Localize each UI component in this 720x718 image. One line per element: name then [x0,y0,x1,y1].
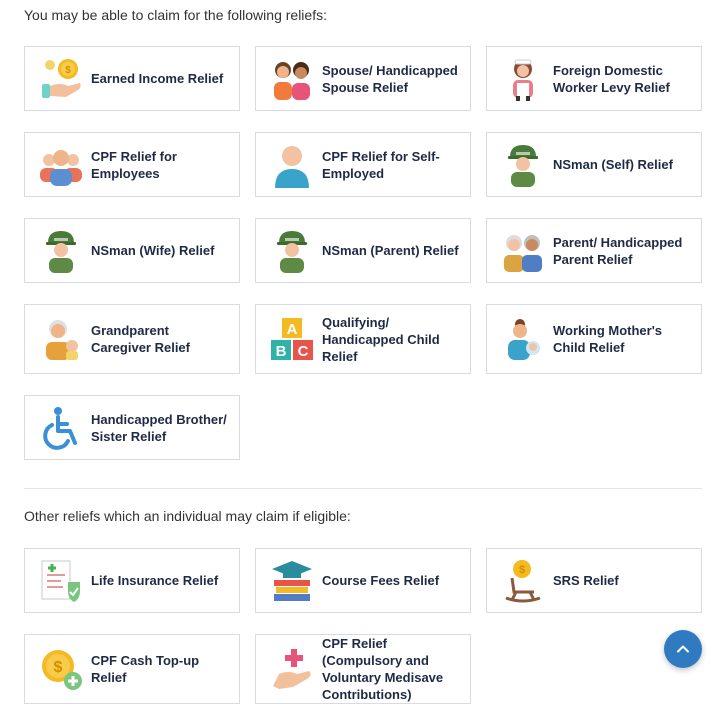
other-reliefs-grid: Life Insurance Relief Course Fees Relief… [24,548,702,704]
relief-card-label: Foreign Domestic Worker Levy Relief [553,62,670,95]
hand-cross-icon [268,645,316,693]
wheelchair-icon [37,404,85,452]
self-employed-icon [268,141,316,189]
relief-card-srs[interactable]: $ SRS Relief [486,548,702,613]
relief-card-label: Qualifying/ Handicapped Child Relief [322,314,440,364]
relief-card-label: Earned Income Relief [91,71,224,86]
employees-icon [37,141,85,189]
abc-blocks-icon: A B C [268,315,316,363]
relief-card-label: Grandparent Caregiver Relief [91,323,190,355]
relief-card-label: CPF Cash Top-up Relief [91,653,200,685]
reliefs-section-heading: You may be able to claim for the followi… [24,7,327,23]
relief-card-handicapped-sibling[interactable]: Handicapped Brother/ Sister Relief [24,395,240,460]
graduation-books-icon [268,557,316,605]
relief-card-label: NSman (Wife) Relief [91,243,215,258]
relief-card-label: SRS Relief [553,573,619,588]
relief-card-parent[interactable]: Parent/ Handicapped Parent Relief [486,218,702,283]
relief-card-label: Spouse/ Handicapped Spouse Relief [322,62,458,95]
svg-text:A: A [287,321,298,338]
relief-card-nsman-parent[interactable]: NSman (Parent) Relief [255,218,471,283]
relief-card-spouse[interactable]: Spouse/ Handicapped Spouse Relief [255,46,471,111]
relief-card-label: CPF Relief for Self-Employed [322,148,440,181]
scroll-to-top-button[interactable] [664,630,702,668]
domestic-worker-icon [499,55,547,103]
earned-income-icon: $ [37,55,85,103]
relief-card-label: CPF Relief for Employees [91,148,177,181]
relief-card-course-fees[interactable]: Course Fees Relief [255,548,471,613]
spouse-icon [268,55,316,103]
relief-card-earned-income[interactable]: $ Earned Income Relief [24,46,240,111]
svg-text:$: $ [65,65,71,76]
relief-card-label: Handicapped Brother/ Sister Relief [91,411,227,444]
chevron-up-icon [677,645,689,653]
other-reliefs-section-heading: Other reliefs which an individual may cl… [24,508,351,524]
relief-card-cpf-employees[interactable]: CPF Relief for Employees [24,132,240,197]
insurance-shield-icon [37,557,85,605]
relief-card-label: Parent/ Handicapped Parent Relief [553,234,683,267]
relief-card-nsman-self[interactable]: NSman (Self) Relief [486,132,702,197]
relief-card-label: CPF Relief (Compulsory and Voluntary Med… [322,636,444,702]
relief-card-child[interactable]: A B C Qualifying/ Handicapped Child Reli… [255,304,471,374]
nsman-soldier-icon [268,227,316,275]
relief-card-life-insurance[interactable]: Life Insurance Relief [24,548,240,613]
relief-card-nsman-wife[interactable]: NSman (Wife) Relief [24,218,240,283]
mother-baby-icon [499,315,547,363]
svg-text:$: $ [54,659,63,676]
relief-card-label: Course Fees Relief [322,573,440,588]
rocking-chair-coin-icon: $ [499,557,547,605]
svg-text:$: $ [519,564,525,576]
relief-card-label: Life Insurance Relief [91,573,219,588]
relief-card-grandparent[interactable]: Grandparent Caregiver Relief [24,304,240,374]
relief-card-cpf-cash-topup[interactable]: $ CPF Cash Top-up Relief [24,634,240,704]
svg-text:B: B [276,343,287,360]
elderly-parents-icon [499,227,547,275]
reliefs-grid: $ Earned Income Relief Spouse/ Handicapp… [24,46,702,460]
grandparent-icon [37,315,85,363]
nsman-soldier-icon [37,227,85,275]
nsman-soldier-icon [499,141,547,189]
relief-card-working-mother[interactable]: Working Mother's Child Relief [486,304,702,374]
dollar-coin-plus-icon: $ [37,645,85,693]
relief-card-cpf-self-employed[interactable]: CPF Relief for Self-Employed [255,132,471,197]
relief-card-label: NSman (Parent) Relief [322,243,459,258]
relief-card-domestic-worker[interactable]: Foreign Domestic Worker Levy Relief [486,46,702,111]
relief-card-label: NSman (Self) Relief [553,157,673,172]
svg-text:C: C [298,343,309,360]
relief-card-cpf-medisave[interactable]: CPF Relief (Compulsory and Voluntary Med… [255,634,471,704]
relief-card-label: Working Mother's Child Relief [553,323,663,355]
section-divider [24,488,702,489]
